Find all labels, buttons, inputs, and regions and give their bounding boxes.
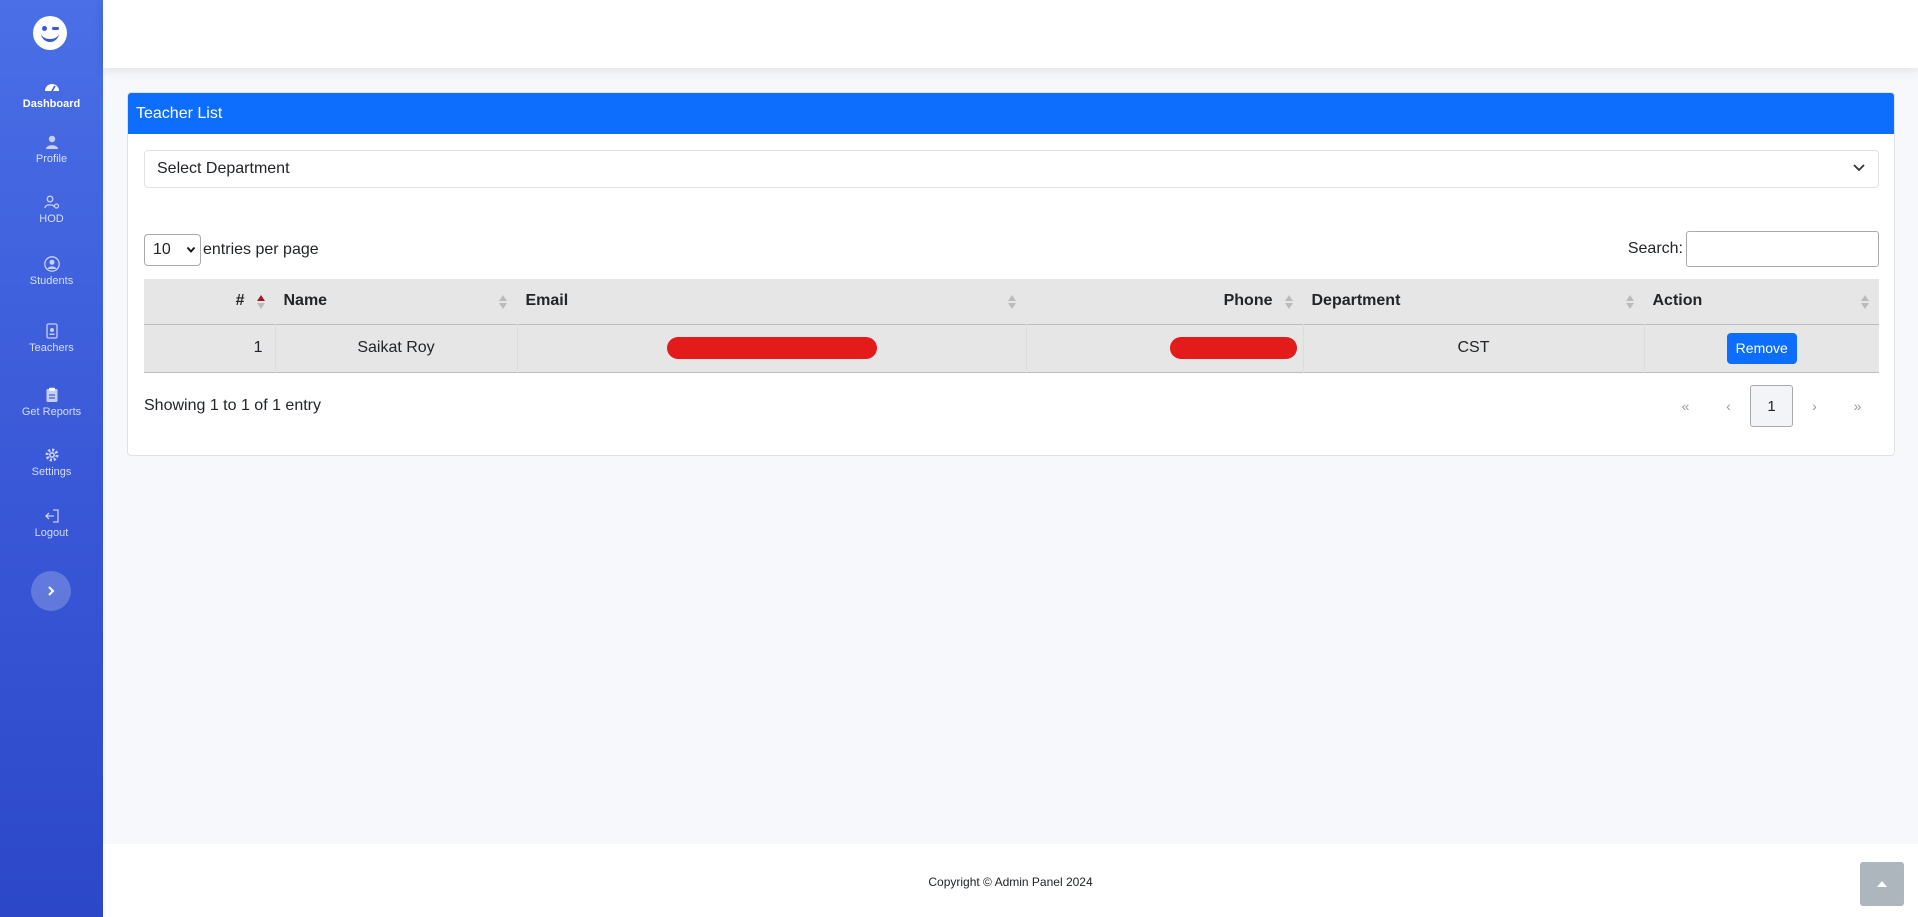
sort-icon bbox=[498, 295, 507, 309]
column-header-name[interactable]: Name bbox=[274, 279, 517, 324]
pagination-prev[interactable]: ‹ bbox=[1707, 385, 1750, 427]
sort-icon bbox=[1625, 295, 1634, 309]
sidebar-item-label: HOD bbox=[39, 213, 64, 225]
sort-icon bbox=[1284, 295, 1293, 309]
chevron-down-icon bbox=[1853, 164, 1865, 172]
sort-asc-icon bbox=[256, 295, 265, 309]
gear-icon bbox=[45, 448, 58, 462]
sidebar-item-settings[interactable]: Settings bbox=[0, 447, 103, 478]
cell-index: 1 bbox=[253, 339, 263, 356]
sidebar-item-label: Get Reports bbox=[21, 406, 82, 418]
column-header-phone[interactable]: Phone bbox=[1025, 279, 1303, 324]
scroll-to-top-button[interactable] bbox=[1860, 862, 1904, 906]
sidebar-item-label: Profile bbox=[35, 153, 68, 165]
remove-button[interactable]: Remove bbox=[1726, 332, 1797, 364]
user-cog-icon bbox=[43, 195, 59, 209]
sidebar-item-logout[interactable]: Logout bbox=[0, 508, 103, 539]
pagination-first[interactable]: « bbox=[1664, 385, 1707, 427]
id-badge-icon bbox=[45, 323, 58, 339]
entries-select-value: 10 bbox=[153, 241, 171, 258]
wink-logo-icon[interactable] bbox=[33, 16, 67, 50]
search-box: Search: bbox=[1628, 231, 1879, 267]
user-circle-icon bbox=[43, 256, 60, 272]
department-select-value: Select Department bbox=[157, 160, 290, 177]
chevron-right-icon bbox=[48, 586, 55, 596]
sidebar-item-label: Logout bbox=[34, 527, 69, 539]
sidebar-item-profile[interactable]: Profile bbox=[0, 134, 103, 165]
sort-icon bbox=[1007, 295, 1016, 309]
table-header-row: # Name Email Phone Department Action bbox=[144, 279, 1879, 324]
cell-email bbox=[516, 324, 1026, 372]
phone-redaction bbox=[1169, 337, 1297, 359]
search-label: Search: bbox=[1627, 240, 1683, 257]
entries-per-page: 10 entries per page bbox=[144, 234, 319, 266]
gauge-icon bbox=[44, 84, 59, 92]
sidebar-item-dashboard[interactable]: Dashboard bbox=[0, 79, 103, 110]
cell-name: Saikat Roy bbox=[274, 324, 517, 372]
user-icon bbox=[45, 135, 58, 149]
footer-copyright: Copyright © Admin Panel 2024 bbox=[928, 875, 1093, 889]
email-redaction bbox=[666, 337, 877, 359]
pagination-page-current[interactable]: 1 bbox=[1750, 385, 1793, 427]
sidebar: Dashboard Profile HOD Students Teachers … bbox=[0, 0, 103, 917]
teacher-table: # Name Email Phone Department Action 1 S… bbox=[144, 279, 1879, 373]
department-select[interactable]: Select Department bbox=[144, 150, 1879, 188]
caret-up-icon bbox=[1877, 881, 1887, 887]
pagination-next[interactable]: › bbox=[1793, 385, 1836, 427]
sidebar-toggle-button[interactable] bbox=[31, 571, 71, 611]
logout-icon bbox=[44, 509, 59, 523]
footer: Copyright © Admin Panel 2024 bbox=[103, 844, 1918, 917]
sidebar-item-label: Dashboard bbox=[22, 98, 81, 110]
sidebar-item-label: Settings bbox=[31, 466, 72, 478]
card-title: Teacher List bbox=[128, 93, 1894, 134]
entries-label: entries per page bbox=[203, 241, 319, 258]
sidebar-item-hod[interactable]: HOD bbox=[0, 194, 103, 225]
table-row: 1 Saikat Roy CST Remove bbox=[144, 324, 1879, 372]
pagination: « ‹ 1 › » bbox=[1664, 385, 1879, 427]
sidebar-item-students[interactable]: Students bbox=[0, 256, 103, 287]
cell-department: CST bbox=[1302, 324, 1644, 372]
table-info: Showing 1 to 1 of 1 entry bbox=[144, 397, 321, 414]
teacher-list-card: Teacher List Select Department 10 entrie… bbox=[127, 92, 1895, 456]
pagination-last[interactable]: » bbox=[1836, 385, 1879, 427]
sort-icon bbox=[1861, 295, 1869, 309]
cell-action: Remove bbox=[1643, 324, 1879, 372]
column-header-email[interactable]: Email bbox=[516, 279, 1026, 324]
sidebar-item-teachers[interactable]: Teachers bbox=[0, 323, 103, 354]
top-bar bbox=[103, 0, 1918, 68]
entries-select[interactable]: 10 bbox=[144, 234, 201, 266]
search-input[interactable] bbox=[1686, 231, 1879, 267]
sidebar-item-label: Teachers bbox=[29, 342, 74, 354]
column-header-action[interactable]: Action bbox=[1643, 279, 1879, 324]
chevron-down-icon bbox=[186, 246, 196, 253]
clipboard-icon bbox=[46, 387, 57, 402]
column-header-index[interactable]: # bbox=[144, 279, 275, 324]
sidebar-item-get-reports[interactable]: Get Reports bbox=[0, 387, 103, 418]
column-header-department[interactable]: Department bbox=[1302, 279, 1644, 324]
cell-phone bbox=[1025, 324, 1303, 372]
sidebar-item-label: Students bbox=[29, 275, 74, 287]
